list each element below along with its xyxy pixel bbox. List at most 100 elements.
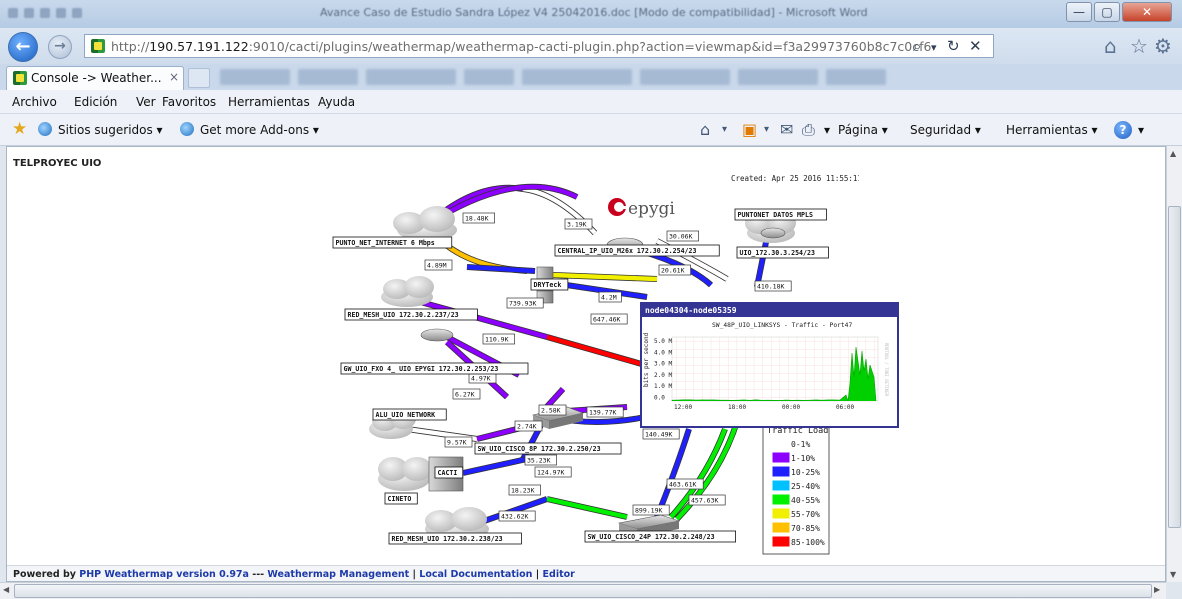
favorites-star-icon[interactable]: ★ <box>12 121 30 137</box>
forward-button[interactable]: → <box>48 35 72 59</box>
settings-gear-icon[interactable]: ⚙ <box>1154 34 1172 58</box>
legend-swatch <box>773 467 789 476</box>
footer-powered-by: Powered by <box>13 569 76 580</box>
link-label-text: 739.93K <box>509 300 536 308</box>
home-icon[interactable]: ⌂ <box>1104 34 1117 58</box>
suggested-sites-link[interactable]: Sitios sugeridos ▾ <box>58 123 163 137</box>
node-red_mesh_237-label: RED_MESH_UIO 172.30.2.237/23 <box>348 311 459 319</box>
security-menu[interactable]: Seguridad ▾ <box>910 123 981 137</box>
menu-archivo[interactable]: Archivo <box>12 95 57 109</box>
graph-y-tick-label: 4.0 M <box>654 349 672 356</box>
address-bar[interactable]: http://190.57.191.122:9010/cacti/plugins… <box>84 34 994 58</box>
node-sw_cisco_8p-label: SW_UIO_CISCO_8P 172.30.2.250/23 <box>478 445 601 453</box>
weathermap-version-link[interactable]: PHP Weathermap version 0.97a <box>79 569 249 580</box>
refresh-icon[interactable]: ↻ <box>947 37 960 55</box>
link-label-text: 139.77K <box>589 409 616 417</box>
graph-y-tick-label: 2.0 M <box>654 372 672 379</box>
quick-access-toolbar <box>8 8 98 18</box>
footer-separator: --- <box>249 569 267 580</box>
window-title: Avance Caso de Estudio Sandra López V4 2… <box>320 6 868 19</box>
rss-feed-icon[interactable]: ▣ <box>742 120 757 139</box>
map-link[interactable] <box>463 459 527 473</box>
node-cacti-label: CACTI <box>438 469 458 477</box>
legend-swatch <box>773 537 789 546</box>
print-icon[interactable]: ⎙ <box>802 120 815 140</box>
link-label-text: 18.23K <box>511 487 535 495</box>
legend-swatch <box>773 523 789 532</box>
footer-separator: | <box>532 569 542 580</box>
weathermap-management-link[interactable]: Weathermap Management <box>267 569 409 580</box>
graph-watermark: RRDTOOL / TOBI OETIKER <box>884 343 889 397</box>
dropdown-arrow-icon[interactable]: ▾ <box>824 123 830 137</box>
search-icon[interactable]: ⌕ <box>913 37 921 55</box>
favorites-bar: ★ Sitios sugeridos ▾ Get more Add-ons ▾ … <box>0 114 1182 146</box>
cloud-icon <box>378 457 432 491</box>
close-window-button[interactable]: ✕ <box>1122 2 1172 22</box>
dropdown-arrow-icon[interactable]: ▾ <box>1138 123 1144 137</box>
page-footer: Powered by PHP Weathermap version 0.97a … <box>7 565 1165 582</box>
menu-herramientas[interactable]: Herramientas <box>228 95 310 109</box>
legend-swatch <box>773 453 789 462</box>
legend-swatch <box>773 509 789 518</box>
legend-label: 40-55% <box>791 496 820 505</box>
scroll-right-icon[interactable]: ▶ <box>1154 585 1160 594</box>
scroll-up-icon[interactable]: ▲ <box>1170 149 1176 158</box>
map-link[interactable] <box>547 499 627 517</box>
menu-ayuda[interactable]: Ayuda <box>318 95 355 109</box>
back-button[interactable]: ← <box>8 32 38 62</box>
graph-y-axis-label: bits per second <box>643 332 650 387</box>
horizontal-scrollbar[interactable]: ◀ ▶ <box>0 582 1166 599</box>
stop-icon[interactable]: ✕ <box>969 37 982 55</box>
footer-separator: | <box>409 569 419 580</box>
node-uio_253-label: UIO_172.30.3.254/23 <box>740 249 815 257</box>
link-label-text: 4.97K <box>471 375 491 383</box>
weathermap-canvas: epygi Created: Apr 25 2016 11:55:11 18.4… <box>327 167 859 557</box>
dropdown-arrow-icon[interactable]: ▾ <box>722 124 727 135</box>
link-label-text: 2.58K <box>541 407 561 415</box>
legend-label: 70-85% <box>791 524 820 533</box>
dropdown-arrow-icon[interactable]: ▾ <box>931 41 937 54</box>
legend-swatch <box>773 439 789 448</box>
editor-link[interactable]: Editor <box>543 569 575 580</box>
maximize-button[interactable]: ▢ <box>1094 2 1120 22</box>
vertical-scrollbar[interactable]: ▲ ▼ <box>1166 146 1182 582</box>
legend-label: 10-25% <box>791 468 820 477</box>
menu-edicion[interactable]: Edición <box>74 95 117 109</box>
ie-page-icon <box>180 122 194 136</box>
menu-favoritos[interactable]: Favoritos <box>162 95 216 109</box>
help-icon[interactable]: ? <box>1114 121 1132 139</box>
node-central_ip-label: CENTRAL_IP_UIO_M26x 172.30.2.254/23 <box>558 247 697 255</box>
favorites-star-icon[interactable]: ☆ <box>1130 34 1148 58</box>
minimize-button[interactable]: — <box>1066 2 1092 22</box>
dropdown-arrow-icon[interactable]: ▾ <box>764 124 769 135</box>
horizontal-scroll-thumb[interactable] <box>14 584 1152 598</box>
menu-ver[interactable]: Ver <box>136 95 156 109</box>
legend-label: 85-100% <box>791 538 825 547</box>
link-label-text: 463.61K <box>669 481 696 489</box>
graph-x-tick-label: 06:00 <box>836 404 854 411</box>
legend-swatch <box>773 495 789 504</box>
node-alu_uio-label: ALU_UIO NETWORK <box>376 411 436 419</box>
new-tab-button[interactable] <box>188 68 210 88</box>
link-label-text: 20.61K <box>661 267 685 275</box>
local-documentation-link[interactable]: Local Documentation <box>419 569 532 580</box>
home-icon[interactable]: ⌂ <box>700 120 710 139</box>
epygi-logo: epygi <box>608 198 675 219</box>
scroll-left-icon[interactable]: ◀ <box>3 585 9 594</box>
mail-icon[interactable]: ✉ <box>780 120 793 139</box>
tab-close-icon[interactable]: × <box>169 70 179 84</box>
tab-console-weathermap[interactable]: Console -> Weather... × <box>6 66 184 90</box>
cacti-favicon-icon <box>91 39 105 53</box>
cloud-icon <box>393 206 457 241</box>
page-menu[interactable]: Página ▾ <box>838 123 888 137</box>
map-link[interactable] <box>547 337 645 365</box>
tools-menu[interactable]: Herramientas ▾ <box>1006 123 1098 137</box>
addons-link[interactable]: Get more Add-ons ▾ <box>200 123 319 137</box>
scroll-down-icon[interactable]: ▼ <box>1170 570 1176 579</box>
map-link[interactable] <box>757 237 767 287</box>
vertical-scroll-thumb[interactable] <box>1168 206 1181 528</box>
link-label-text: 647.46K <box>593 316 620 324</box>
browser-window: Avance Caso de Estudio Sandra López V4 2… <box>0 0 1182 599</box>
url-text: http://190.57.191.122:9010/cacti/plugins… <box>111 39 931 54</box>
title-bar: Avance Caso de Estudio Sandra López V4 2… <box>0 0 1182 28</box>
